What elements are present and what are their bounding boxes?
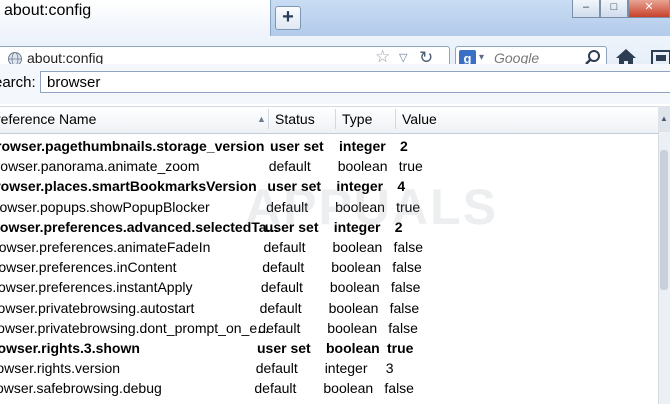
scroll-up-button[interactable]: ▲	[658, 106, 670, 132]
pref-name: rowser.rights.version	[0, 360, 121, 377]
pref-value: false	[384, 380, 414, 397]
filter-label: earch:	[0, 74, 36, 91]
table-row[interactable]: rowser.rights.version default integer 3	[0, 360, 658, 380]
pref-name: rowser.preferences.inContent	[0, 259, 177, 276]
pref-status: default	[254, 380, 297, 397]
pref-name: rowser.preferences.instantApply	[0, 279, 193, 296]
pref-value: false	[389, 299, 420, 316]
table-row[interactable]: rowser.panorama.animate_zoom default boole…	[0, 158, 658, 178]
pref-name: rowser.safebrowsing.debug	[0, 380, 162, 397]
table-row[interactable]: rowser.rights.3.shown user set boolean true	[0, 340, 658, 360]
table-row[interactable]: rowser.privatebrowsing.autostart default b…	[0, 300, 658, 320]
pref-type: boolean	[331, 259, 382, 276]
pref-value: false	[392, 259, 422, 276]
sort-ascending-icon: ▲	[257, 114, 266, 124]
column-header-value[interactable]: Value	[402, 111, 437, 127]
pref-status: default	[255, 360, 298, 377]
pref-type: integer	[324, 360, 368, 377]
pref-status: user set	[270, 138, 324, 154]
column-divider[interactable]	[335, 109, 336, 129]
tab-title: about:config	[4, 2, 92, 19]
pref-type: boolean	[329, 279, 380, 296]
new-tab-button[interactable]: +	[275, 6, 301, 30]
close-button[interactable]: ✕	[628, 0, 670, 18]
pref-value: true	[387, 340, 414, 356]
filter-row: earch:	[0, 64, 670, 104]
table-row[interactable]: rowser.pagethumbnails.storage_version use…	[0, 138, 658, 158]
filter-input[interactable]	[40, 71, 670, 93]
pref-value: 3	[385, 360, 394, 377]
pref-value: false	[393, 239, 424, 255]
tab-about-config[interactable]: about:config	[0, 0, 271, 36]
minimize-button[interactable]: –	[572, 0, 600, 18]
pref-name: rowser.rights.3.shown	[0, 340, 140, 356]
pref-status: default	[258, 319, 301, 336]
column-header-name[interactable]: reference Name	[0, 111, 96, 127]
pref-name: rowser.popups.showPopupBlocker	[0, 198, 210, 215]
pref-name: rowser.places.smartBookmarksVersion	[0, 178, 257, 195]
pref-status: default	[259, 299, 302, 316]
column-divider[interactable]	[395, 109, 396, 129]
pref-type: boolean	[326, 340, 380, 356]
table-header: reference Name ▲ Status Type Value	[0, 106, 670, 134]
pref-value: false	[388, 319, 418, 336]
table-row[interactable]: rowser.preferences.instantApply default bo…	[0, 279, 658, 299]
pref-value: 2	[400, 138, 408, 154]
pref-name: rowser.preferences.advanced.selectedTa..…	[0, 218, 279, 235]
pref-name: rowser.privatebrowsing.dont_prompt_on_e.…	[0, 319, 269, 336]
column-header-status[interactable]: Status	[275, 111, 315, 127]
pref-status: default	[260, 279, 303, 296]
pref-type: boolean	[323, 380, 374, 397]
history-dropdown-icon[interactable]: ▽	[399, 51, 407, 64]
table-row[interactable]: rowser.safebrowsing.debug default boolean f…	[0, 380, 658, 400]
pref-status: default	[262, 259, 305, 276]
column-header-type[interactable]: Type	[342, 111, 372, 127]
pref-value: true	[398, 158, 423, 175]
column-divider[interactable]	[268, 109, 269, 129]
watermark: APPUALS	[245, 179, 498, 235]
pref-status: default	[263, 239, 306, 255]
table-row[interactable]: rowser.preferences.animateFadeIn default b…	[0, 239, 658, 259]
pref-name: rowser.pagethumbnails.storage_version	[0, 138, 265, 154]
tab-strip: about:config + – □ ✕	[0, 0, 670, 37]
scrollbar-thumb[interactable]	[660, 150, 668, 290]
maximize-button[interactable]: □	[600, 0, 628, 18]
pref-type: boolean	[327, 319, 378, 336]
pref-value: false	[390, 279, 421, 296]
pref-status: default	[268, 158, 311, 175]
table-row[interactable]: rowser.preferences.inContent default boole…	[0, 259, 658, 279]
table-row[interactable]: rowser.privatebrowsing.dont_prompt_on_e.…	[0, 320, 658, 340]
pref-name: rowser.privatebrowsing.autostart	[0, 299, 195, 316]
pref-name: rowser.preferences.animateFadeIn	[0, 239, 211, 255]
pref-type: boolean	[328, 299, 379, 316]
window-controls: – □ ✕	[572, 0, 670, 18]
pref-status: user set	[257, 340, 311, 356]
engine-dropdown-icon[interactable]: ▾	[479, 52, 484, 63]
pref-type: boolean	[332, 239, 383, 255]
pref-type: boolean	[337, 158, 388, 175]
pref-type: integer	[339, 138, 386, 154]
pref-name: rowser.panorama.animate_zoom	[0, 158, 200, 175]
